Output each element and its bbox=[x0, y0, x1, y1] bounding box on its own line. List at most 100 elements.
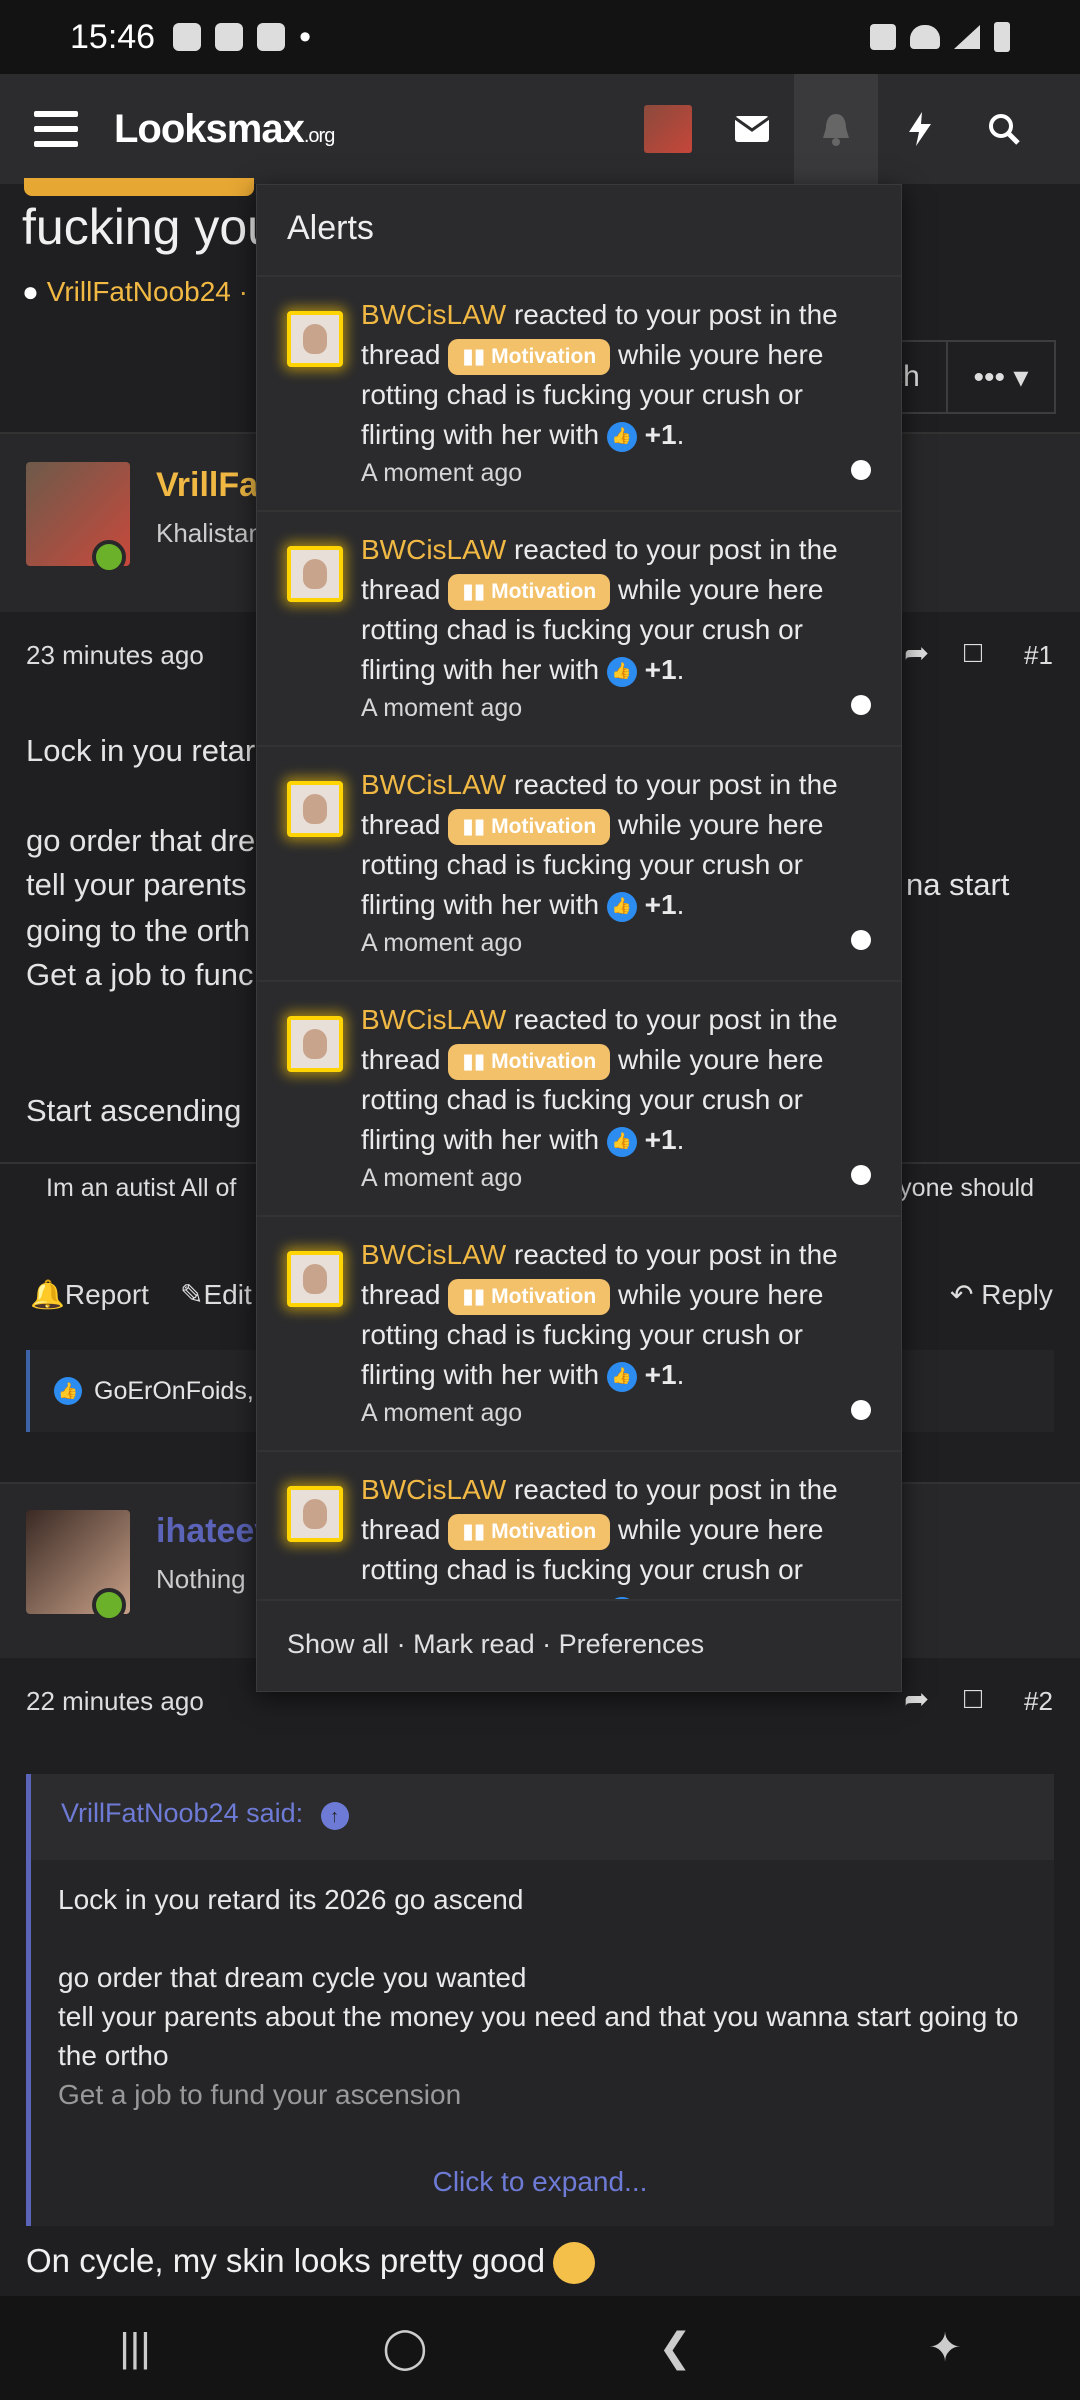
system-nav-bar: ||| ◯ ❮ ✦ bbox=[0, 2296, 1080, 2400]
alert-time: A moment ago bbox=[361, 1399, 523, 1427]
quote-line: go order that dream cycle you wanted bbox=[58, 1962, 527, 1993]
share-icon[interactable]: ➦ bbox=[904, 636, 929, 671]
user-title: Nothing bbox=[156, 1564, 246, 1594]
alert-username[interactable]: BWCisLAW bbox=[361, 1474, 506, 1505]
show-all-link[interactable]: Show all bbox=[287, 1629, 389, 1659]
alert-item[interactable]: BWCisLAW reacted to your post in the thr… bbox=[257, 747, 901, 982]
bookmark-icon[interactable]: □ bbox=[964, 636, 982, 670]
quote-header[interactable]: VrillFatNoob24 said: ↑ bbox=[26, 1774, 1054, 1860]
back-icon[interactable]: ❮ bbox=[615, 2325, 735, 2371]
post-time[interactable]: 23 minutes ago bbox=[26, 640, 204, 671]
dumbbell-icon: ▮▮ bbox=[462, 1284, 486, 1308]
quote-body: Lock in you retard its 2026 go ascend go… bbox=[58, 1880, 1038, 2114]
user-title: Khalistan bbox=[156, 518, 263, 548]
like-icon: 👍 bbox=[606, 656, 637, 687]
alert-item[interactable]: BWCisLAW reacted to your post in the thr… bbox=[257, 1452, 901, 1601]
mark-read-link[interactable]: Mark read bbox=[413, 1629, 535, 1659]
motivation-tag: ▮▮ Motivation bbox=[448, 1043, 611, 1080]
post-body-line: Get a job to func bbox=[26, 957, 254, 992]
bookmark-icon[interactable]: □ bbox=[964, 1682, 982, 1716]
logo-text: Looksmax bbox=[114, 106, 305, 151]
alert-text[interactable]: BWCisLAW reacted to your post in the thr… bbox=[361, 1000, 871, 1160]
preferences-link[interactable]: Preferences bbox=[559, 1629, 705, 1659]
avatar[interactable] bbox=[287, 546, 343, 602]
alerts-list: BWCisLAW reacted to your post in the thr… bbox=[257, 277, 901, 1601]
alert-item[interactable]: BWCisLAW reacted to your post in the thr… bbox=[257, 277, 901, 512]
dumbbell-icon: ▮▮ bbox=[462, 344, 486, 368]
menu-icon[interactable] bbox=[34, 111, 78, 147]
reactions-list[interactable]: GoErOnFoids, bbox=[94, 1377, 254, 1406]
unread-dot-icon[interactable] bbox=[851, 695, 871, 715]
alert-username[interactable]: BWCisLAW bbox=[361, 769, 506, 800]
edit-button[interactable]: ✎Edit bbox=[180, 1278, 252, 1311]
alert-text[interactable]: BWCisLAW reacted to your post in the thr… bbox=[361, 1470, 871, 1601]
quote-line: Lock in you retard its 2026 go ascend bbox=[58, 1884, 524, 1915]
alerts-footer: Show all · Mark read · Preferences bbox=[257, 1599, 901, 1691]
online-indicator bbox=[92, 1588, 126, 1622]
avatar[interactable] bbox=[287, 1486, 343, 1542]
search-icon[interactable] bbox=[962, 74, 1046, 184]
bell-icon[interactable] bbox=[794, 74, 878, 184]
alert-text[interactable]: BWCisLAW reacted to your post in the thr… bbox=[361, 530, 871, 690]
motivation-tag: ▮▮ Motivation bbox=[448, 573, 611, 610]
unread-dot-icon[interactable] bbox=[851, 1400, 871, 1420]
thread-author[interactable]: ● VrillFatNoob24 · bbox=[22, 276, 248, 308]
more-notifications-dot: • bbox=[299, 17, 311, 56]
alert-item[interactable]: BWCisLAW reacted to your post in the thr… bbox=[257, 982, 901, 1217]
site-logo[interactable]: Looksmax.org bbox=[114, 106, 335, 152]
thread-title: fucking you bbox=[22, 199, 275, 255]
like-icon: 👍 bbox=[606, 1126, 637, 1157]
alert-username[interactable]: BWCisLAW bbox=[361, 1239, 506, 1270]
home-icon[interactable]: ◯ bbox=[345, 2325, 465, 2371]
more-options-button[interactable]: ••• ▾ bbox=[948, 360, 1054, 395]
report-button[interactable]: 🔔Report bbox=[30, 1278, 149, 1311]
unread-dot-icon[interactable] bbox=[851, 460, 871, 480]
alert-time: A moment ago bbox=[361, 459, 523, 487]
signature-left: Im an autist All of bbox=[46, 1174, 237, 1202]
avatar[interactable] bbox=[287, 1251, 343, 1307]
like-icon: 👍 bbox=[606, 421, 637, 452]
avatar bbox=[644, 105, 692, 153]
reply-icon: ↶ bbox=[950, 1279, 974, 1310]
post-number[interactable]: #2 bbox=[1024, 1686, 1053, 1717]
avatar[interactable] bbox=[287, 781, 343, 837]
mute-icon bbox=[870, 24, 896, 50]
motivation-tag: ▮▮ Motivation bbox=[448, 338, 611, 375]
signature-right: yone should bbox=[899, 1174, 1034, 1202]
avatar[interactable] bbox=[287, 1016, 343, 1072]
bolt-icon[interactable] bbox=[878, 74, 962, 184]
like-icon: 👍 bbox=[54, 1377, 82, 1405]
dumbbell-icon: ▮▮ bbox=[462, 814, 486, 838]
android-icon bbox=[257, 23, 286, 51]
reply-button[interactable]: ↶ Reply bbox=[950, 1278, 1053, 1311]
alert-username[interactable]: BWCisLAW bbox=[361, 299, 506, 330]
alert-username[interactable]: BWCisLAW bbox=[361, 534, 506, 565]
expand-quote-link[interactable]: Click to expand... bbox=[0, 2166, 1080, 2198]
unread-dot-icon[interactable] bbox=[851, 930, 871, 950]
battery-icon bbox=[994, 22, 1010, 52]
alert-time: A moment ago bbox=[361, 1164, 523, 1192]
alert-item[interactable]: BWCisLAW reacted to your post in the thr… bbox=[257, 1217, 901, 1452]
accessibility-icon[interactable]: ✦ bbox=[885, 2325, 1005, 2371]
tiktok-icon bbox=[215, 23, 244, 51]
quote-author[interactable]: VrillFatNoob24 said: bbox=[61, 1798, 303, 1828]
account-avatar-button[interactable] bbox=[626, 74, 710, 184]
alert-text[interactable]: BWCisLAW reacted to your post in the thr… bbox=[361, 765, 871, 925]
unread-dot-icon[interactable] bbox=[851, 1165, 871, 1185]
post-username[interactable]: VrillFat bbox=[156, 466, 269, 505]
reaction-label: +1 bbox=[644, 889, 677, 920]
user-icon: ● bbox=[22, 276, 39, 307]
share-icon[interactable]: ➦ bbox=[904, 1682, 929, 1717]
arrow-up-icon[interactable]: ↑ bbox=[320, 1802, 349, 1830]
envelope-icon[interactable] bbox=[710, 74, 794, 184]
post-number[interactable]: #1 bbox=[1024, 640, 1053, 671]
alert-text[interactable]: BWCisLAW reacted to your post in the thr… bbox=[361, 295, 871, 455]
post-time[interactable]: 22 minutes ago bbox=[26, 1686, 204, 1717]
alert-text[interactable]: BWCisLAW reacted to your post in the thr… bbox=[361, 1235, 871, 1395]
avatar[interactable] bbox=[287, 311, 343, 367]
notification-icons: • bbox=[173, 18, 311, 57]
recents-icon[interactable]: ||| bbox=[75, 2326, 195, 2371]
alert-item[interactable]: BWCisLAW reacted to your post in the thr… bbox=[257, 512, 901, 747]
post-body-line: Lock in you retar bbox=[26, 733, 256, 768]
alert-username[interactable]: BWCisLAW bbox=[361, 1004, 506, 1035]
